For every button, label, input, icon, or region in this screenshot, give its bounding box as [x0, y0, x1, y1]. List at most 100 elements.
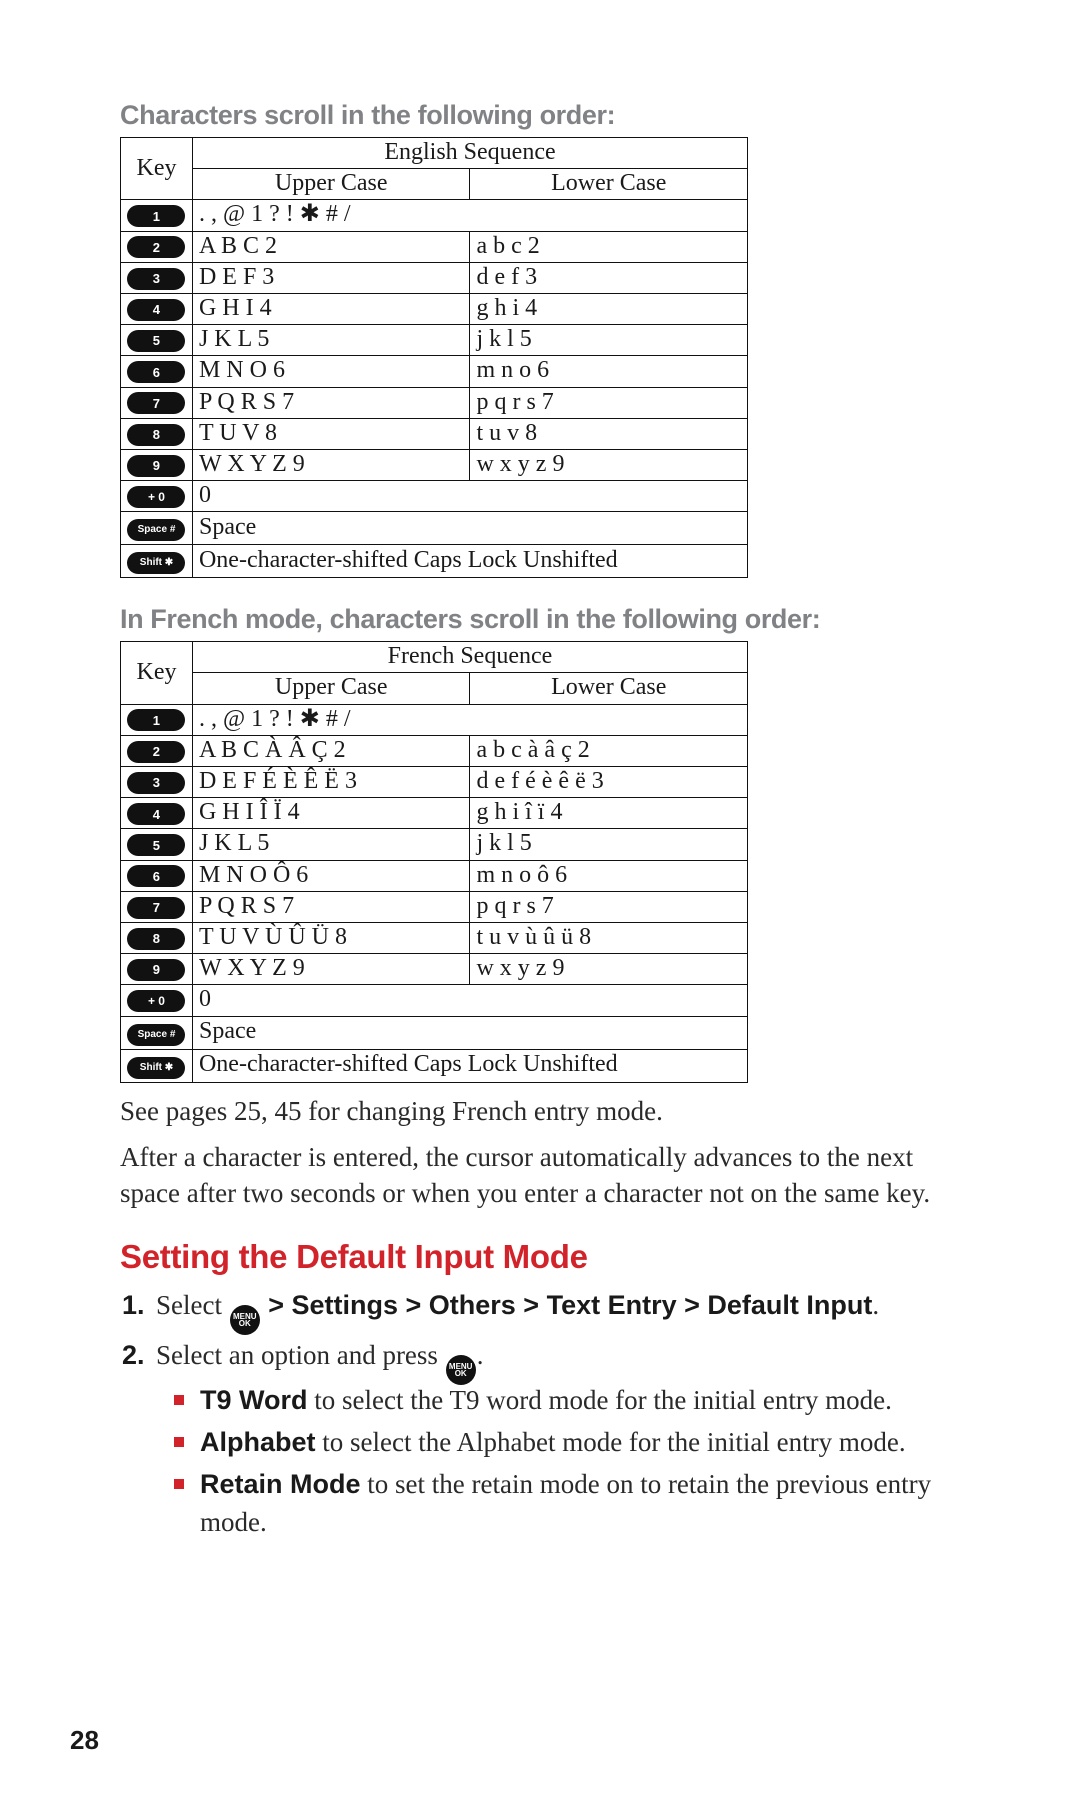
- table-row: 7 P Q R S 7 p q r s 7: [121, 387, 748, 418]
- bullet-t9-rest: to select the T9 word mode for the initi…: [308, 1385, 892, 1415]
- col-key-header: Key: [121, 138, 193, 200]
- table-row: 8 T U V 8 t u v 8: [121, 418, 748, 449]
- fr-row-shift-full: One-character-shifted Caps Lock Unshifte…: [192, 1049, 747, 1082]
- table-row: 9 W X Y Z 9 w x y z 9: [121, 954, 748, 985]
- table-row: 2 A B C À Â Ç 2 a b c à â ç 2: [121, 735, 748, 766]
- row-2-upper: A B C 2: [192, 231, 470, 262]
- key-5-icon: 5: [127, 330, 185, 352]
- row-plus0-full: 0: [192, 481, 747, 512]
- key-9-icon: 9: [127, 959, 185, 981]
- row-8-lower: t u v 8: [470, 418, 748, 449]
- key-4-icon: 4: [127, 299, 185, 321]
- row-9-lower: w x y z 9: [470, 449, 748, 480]
- fr-row-7-upper: P Q R S 7: [192, 891, 470, 922]
- key-space-icon: Space #: [127, 1024, 185, 1046]
- french-sequence-table: Key French Sequence Upper Case Lower Cas…: [120, 641, 748, 1082]
- fr-row-space-full: Space: [192, 1016, 747, 1049]
- fr-row-2-upper: A B C À Â Ç 2: [192, 735, 470, 766]
- row-2-lower: a b c 2: [470, 231, 748, 262]
- key-2-icon: 2: [127, 741, 185, 763]
- table-row: 1 . , @ 1 ? ! ✱ # /: [121, 200, 748, 231]
- roundkey-ok-label: OK: [239, 1320, 251, 1327]
- cursor-advance-note: After a character is entered, the cursor…: [120, 1139, 960, 1212]
- upper-case-header-fr: Upper Case: [192, 673, 470, 704]
- key-shift-icon: Shift ✱: [127, 552, 185, 574]
- section-title-default-input: Setting the Default Input Mode: [120, 1238, 960, 1276]
- fr-row-5-upper: J K L 5: [192, 829, 470, 860]
- menu-ok-key-icon: MENUOK: [446, 1355, 476, 1385]
- row-9-upper: W X Y Z 9: [192, 449, 470, 480]
- row-7-upper: P Q R S 7: [192, 387, 470, 418]
- row-7-lower: p q r s 7: [470, 387, 748, 418]
- upper-case-header: Upper Case: [192, 169, 470, 200]
- row-4-upper: G H I 4: [192, 293, 470, 324]
- row-8-upper: T U V 8: [192, 418, 470, 449]
- manual-page: Characters scroll in the following order…: [0, 0, 1080, 1800]
- steps-list: Select MENUOK > Settings > Others > Text…: [120, 1286, 960, 1542]
- lower-case-header-fr: Lower Case: [470, 673, 748, 704]
- step-1: Select MENUOK > Settings > Others > Text…: [152, 1286, 960, 1330]
- table-row: 3 D E F 3 d e f 3: [121, 262, 748, 293]
- key-plus0-icon: + 0: [127, 486, 185, 508]
- bullet-retain: Retain Mode to set the retain mode on to…: [196, 1466, 960, 1542]
- key-6-icon: 6: [127, 865, 185, 887]
- table-row: 4 G H I Î Ï 4 g h i î ï 4: [121, 798, 748, 829]
- row-6-lower: m n o 6: [470, 356, 748, 387]
- table-row: 5 J K L 5 j k l 5: [121, 829, 748, 860]
- row-3-upper: D E F 3: [192, 262, 470, 293]
- table-row: 8 T U V Ù Û Ü 8 t u v ù û ü 8: [121, 922, 748, 953]
- key-1-icon: 1: [127, 709, 185, 731]
- key-8-icon: 8: [127, 928, 185, 950]
- row-space-full: Space: [192, 512, 747, 545]
- bullet-alphabet-rest: to select the Alphabet mode for the init…: [316, 1427, 906, 1457]
- key-4-icon: 4: [127, 803, 185, 825]
- table-row: 4 G H I 4 g h i 4: [121, 293, 748, 324]
- step-2: Select an option and press MENUOK. T9 Wo…: [152, 1336, 960, 1541]
- english-sequence-table: Key English Sequence Upper Case Lower Ca…: [120, 137, 748, 578]
- key-9-icon: 9: [127, 455, 185, 477]
- fr-row-4-upper: G H I Î Ï 4: [192, 798, 470, 829]
- row-6-upper: M N O 6: [192, 356, 470, 387]
- table-row: 2 A B C 2 a b c 2: [121, 231, 748, 262]
- step-1-pre: Select: [156, 1290, 229, 1320]
- col-key-header-fr: Key: [121, 642, 193, 704]
- key-6-icon: 6: [127, 361, 185, 383]
- table-row: Shift ✱ One-character-shifted Caps Lock …: [121, 1049, 748, 1082]
- french-order-heading: In French mode, characters scroll in the…: [120, 604, 960, 635]
- table-row: 5 J K L 5 j k l 5: [121, 325, 748, 356]
- fr-row-1-full: . , @ 1 ? ! ✱ # /: [192, 704, 747, 735]
- fr-row-7-lower: p q r s 7: [470, 891, 748, 922]
- step-2-period: .: [477, 1340, 484, 1370]
- bullet-t9: T9 Word to select the T9 word mode for t…: [196, 1382, 960, 1420]
- bullet-retain-label: Retain Mode: [200, 1469, 361, 1499]
- table-row: 6 M N O 6 m n o 6: [121, 356, 748, 387]
- fr-row-8-lower: t u v ù û ü 8: [470, 922, 748, 953]
- fr-row-4-lower: g h i î ï 4: [470, 798, 748, 829]
- fr-row-6-lower: m n o ô 6: [470, 860, 748, 891]
- table-row: Shift ✱ One-character-shifted Caps Lock …: [121, 545, 748, 578]
- table-row: 9 W X Y Z 9 w x y z 9: [121, 449, 748, 480]
- table-row: 6 M N O Ô 6 m n o ô 6: [121, 860, 748, 891]
- key-8-icon: 8: [127, 424, 185, 446]
- table-row: + 0 0: [121, 985, 748, 1016]
- key-2-icon: 2: [127, 236, 185, 258]
- table-row: + 0 0: [121, 481, 748, 512]
- key-space-icon: Space #: [127, 519, 185, 541]
- table-row: 7 P Q R S 7 p q r s 7: [121, 891, 748, 922]
- key-shift-icon: Shift ✱: [127, 1057, 185, 1079]
- key-7-icon: 7: [127, 897, 185, 919]
- menu-ok-key-icon: MENUOK: [230, 1305, 260, 1335]
- key-7-icon: 7: [127, 392, 185, 414]
- english-order-heading: Characters scroll in the following order…: [120, 100, 960, 131]
- fr-row-8-upper: T U V Ù Û Ü 8: [192, 922, 470, 953]
- table-row: Space # Space: [121, 1016, 748, 1049]
- fr-row-plus0-full: 0: [192, 985, 747, 1016]
- row-4-lower: g h i 4: [470, 293, 748, 324]
- row-shift-full: One-character-shifted Caps Lock Unshifte…: [192, 545, 747, 578]
- key-3-icon: 3: [127, 268, 185, 290]
- step-1-path: > Settings > Others > Text Entry > Defau…: [261, 1290, 873, 1320]
- english-seq-header: English Sequence: [192, 138, 747, 169]
- roundkey-ok-label: OK: [455, 1370, 467, 1377]
- key-3-icon: 3: [127, 772, 185, 794]
- table-row: 1 . , @ 1 ? ! ✱ # /: [121, 704, 748, 735]
